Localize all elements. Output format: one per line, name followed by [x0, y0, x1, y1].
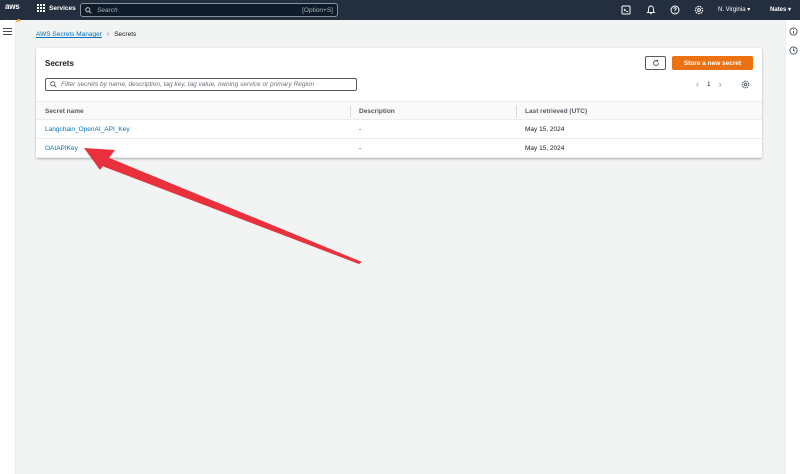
notifications-bell-icon[interactable]: [646, 5, 656, 15]
refresh-button[interactable]: [645, 56, 666, 70]
search-input[interactable]: [97, 6, 303, 14]
info-icon[interactable]: [789, 27, 798, 36]
table-row: Langchain_OpenAI_API_Key - May 15, 2024: [36, 120, 762, 139]
aws-logo-text: aws: [5, 2, 20, 11]
left-navigation-rail: [0, 20, 16, 474]
history-clock-icon[interactable]: [789, 46, 798, 55]
menu-hamburger-icon[interactable]: [3, 28, 12, 35]
secret-name-link[interactable]: Langchain_OpenAI_API_Key: [45, 126, 130, 133]
breadcrumb: AWS Secrets Manager › Secrets: [36, 31, 136, 38]
grid-icon: [37, 4, 45, 12]
filter-secrets-field[interactable]: [45, 78, 357, 91]
annotation-arrow-shaft: [102, 157, 362, 264]
column-header-last-retrieved[interactable]: Last retrieved (UTC): [525, 108, 587, 115]
refresh-icon: [652, 59, 659, 66]
cloudshell-icon[interactable]: [621, 5, 631, 15]
secret-description: -: [359, 145, 362, 152]
column-divider[interactable]: [516, 106, 517, 117]
pagination: ‹ 1 ›: [696, 79, 722, 89]
breadcrumb-current: Secrets: [114, 31, 137, 38]
column-header-description[interactable]: Description: [359, 108, 395, 115]
column-divider[interactable]: [350, 106, 351, 117]
secret-description: -: [359, 126, 362, 133]
next-page-button[interactable]: ›: [719, 79, 722, 89]
table-preferences-gear-icon[interactable]: [741, 80, 750, 89]
secret-last-retrieved: May 15, 2024: [525, 145, 565, 152]
filter-secrets-input[interactable]: [61, 81, 352, 88]
search-icon: [85, 6, 92, 14]
store-new-secret-button[interactable]: Store a new secret: [672, 56, 753, 70]
table-row: OAIAPIKey - May 15, 2024: [36, 139, 762, 158]
secret-last-retrieved: May 15, 2024: [525, 126, 565, 133]
right-tools-rail: [785, 20, 800, 474]
search-icon: [50, 81, 57, 88]
account-menu[interactable]: Nates ▾: [770, 6, 791, 13]
aws-logo[interactable]: aws: [5, 2, 23, 23]
breadcrumb-separator: ›: [106, 31, 110, 38]
current-page-number[interactable]: 1: [707, 81, 711, 88]
settings-gear-icon[interactable]: [694, 5, 704, 15]
breadcrumb-secrets-manager-link[interactable]: AWS Secrets Manager: [36, 31, 102, 38]
global-search[interactable]: [Option+S]: [80, 3, 338, 17]
top-navigation-bar: aws Services [Option+S] N. Virg: [0, 0, 800, 23]
services-label: Services: [49, 4, 76, 12]
secrets-table-panel: Secrets Store a new secret ‹ 1 › Secret …: [36, 48, 762, 158]
previous-page-button[interactable]: ‹: [696, 79, 699, 89]
secret-name-link[interactable]: OAIAPIKey: [45, 145, 78, 152]
services-menu-button[interactable]: Services: [37, 4, 76, 12]
panel-title: Secrets: [45, 59, 74, 68]
search-shortcut-hint: [Option+S]: [302, 6, 333, 14]
column-header-secret-name[interactable]: Secret name: [45, 108, 84, 115]
table-header: Secret name Description Last retrieved (…: [36, 101, 762, 120]
region-selector[interactable]: N. Virginia ▾: [718, 6, 750, 13]
help-icon[interactable]: [670, 5, 680, 15]
